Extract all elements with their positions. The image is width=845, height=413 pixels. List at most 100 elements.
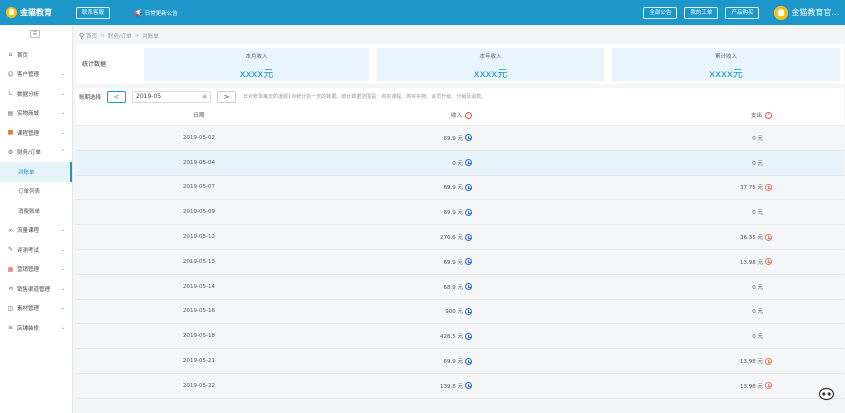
breadcrumb-separator: > (100, 33, 105, 39)
top-header: 金猫教育 联系客服 📢 日常更新公告 全部公告 我的工单 产品购买 金猫教育官.… (0, 0, 845, 25)
income-value: 900 元 (445, 309, 463, 316)
cell-income: 69.9 元 (322, 134, 472, 142)
breadcrumb-home[interactable]: 首页 (86, 32, 97, 40)
detail-clock-icon[interactable] (465, 307, 472, 315)
detail-clock-icon[interactable] (465, 357, 472, 365)
cell-expense: 13.98 元 (472, 357, 772, 365)
stat-value: xxxx元 (239, 69, 274, 80)
contact-service-button[interactable]: 联系客服 (76, 6, 111, 19)
period-label: 账期选择 (79, 94, 102, 101)
table-row: 2019-05-13 69.9 元 13.98 元 (76, 249, 844, 275)
sidebar-item-label: 课程管理 (17, 130, 40, 137)
chat-robot-icon[interactable] (818, 387, 835, 401)
cell-expense: 0 元 (472, 208, 772, 216)
detail-clock-icon[interactable] (765, 357, 772, 365)
breadcrumb-finance[interactable]: 财务/订单 (108, 32, 132, 40)
chart-icon: ∟ (7, 90, 14, 98)
sidebar-item-label: 对账单 (18, 169, 35, 176)
cell-expense: 13.98 元 (472, 382, 772, 390)
detail-clock-icon[interactable] (765, 183, 772, 191)
notice-text: 日常更新公告 (144, 10, 178, 17)
flow-icon: ∞ (8, 226, 13, 234)
chevron-down-icon: ⌄ (60, 71, 65, 78)
breadcrumb-separator: > (134, 33, 140, 39)
cell-income: 139.8 元 (322, 382, 472, 390)
stat-label: 本年收入 (479, 54, 502, 60)
cell-expense: 0 元 (472, 332, 772, 340)
month-picker[interactable]: 2019-05 ▣ (132, 90, 212, 103)
cell-income: 69.9 元 (322, 357, 472, 365)
sidebar-item-flow-courses[interactable]: ∞ 流量课程 ⌄ (0, 221, 72, 241)
expense-value: 13.98 元 (740, 383, 763, 390)
sidebar-item-consumption-bills[interactable]: 消费账单 (0, 201, 72, 221)
sidebar-menu: ⌂ 首页 ☺ 客户管理 ⌄ ∟ 数据分析 ⌄ ▤ 实物商城 ⌄ ■ 课程管理 ⌄ ⚙ 财务/订单 ⌃ … (0, 45, 72, 338)
sidebar-item-statement[interactable]: 对账单 (0, 162, 72, 182)
folder-icon: ◫ (7, 304, 14, 312)
detail-clock-icon[interactable] (465, 183, 472, 191)
sidebar-item-store-decoration[interactable]: ≡ 店铺装修 ⌄ (0, 318, 72, 338)
sidebar-item-courses[interactable]: ■ 课程管理 ⌄ (0, 123, 72, 143)
sidebar-item-home[interactable]: ⌂ 首页 (0, 45, 72, 65)
detail-clock-icon[interactable] (465, 382, 472, 390)
sidebar-item-marketing[interactable]: ▦ 营销管理 ⌄ (0, 260, 72, 280)
location-pin-icon: ⚲ (79, 32, 85, 40)
detail-clock-icon[interactable] (765, 258, 772, 266)
detail-clock-icon[interactable] (465, 283, 472, 291)
collapse-menu-icon[interactable]: ☰ (30, 30, 40, 38)
detail-clock-icon[interactable] (465, 134, 472, 142)
logo[interactable]: 金猫教育 (6, 7, 72, 18)
cell-income: 276.6 元 (322, 233, 472, 241)
table-row: 2019-05-09 69.9 元 0 元 (76, 200, 844, 226)
sidebar-item-sales-channels[interactable]: ⊲ 销售渠道管理 ⌄ (0, 279, 72, 299)
next-month-button[interactable]: > (217, 90, 237, 103)
sidebar-item-customers[interactable]: ☺ 客户管理 ⌄ (0, 65, 72, 85)
info-icon[interactable]: ! (465, 111, 472, 119)
expense-value: 36.35 元 (740, 235, 763, 242)
prev-month-button[interactable]: < (107, 90, 127, 103)
sidebar-item-shop[interactable]: ▤ 实物商城 ⌄ (0, 104, 72, 124)
cell-expense: 0 元 (472, 283, 772, 291)
period-filter: 账期选择 < 2019-05 ▣ > 日对账单每天的凌晨1点统计前一天的数据。统… (76, 88, 844, 105)
chevron-down-icon: ⌄ (60, 285, 65, 292)
shop-icon: ▤ (7, 109, 14, 117)
sidebar-item-label: 素材管理 (17, 306, 40, 313)
detail-clock-icon[interactable] (765, 382, 772, 390)
expense-value: 0 元 (752, 160, 763, 167)
cell-income: 69.9 元 (322, 183, 472, 191)
stat-value: xxxx元 (709, 69, 743, 80)
my-tickets-button[interactable]: 我的工单 (684, 6, 719, 19)
sidebar-item-label: 客户管理 (17, 72, 40, 79)
sidebar-item-analytics[interactable]: ∟ 数据分析 ⌄ (0, 84, 72, 104)
table-row: 2019-05-02 69.9 元 0 元 (76, 126, 844, 151)
detail-clock-icon[interactable] (465, 258, 472, 266)
sidebar-item-label: 销售渠道管理 (17, 286, 51, 293)
income-value: 0 元 (452, 160, 463, 167)
info-icon[interactable]: ! (765, 111, 772, 119)
table-row: 2019-05-07 69.9 元 37.75 元 (76, 175, 844, 201)
detail-clock-icon[interactable] (465, 208, 472, 216)
sidebar-item-finance[interactable]: ⚙ 财务/订单 ⌃ (0, 143, 72, 163)
detail-clock-icon[interactable] (465, 233, 472, 241)
sidebar-item-label: 数据分析 (17, 91, 40, 98)
all-notices-button[interactable]: 全部公告 (643, 6, 678, 19)
income-value: 428.5 元 (440, 334, 463, 341)
detail-clock-icon[interactable] (465, 159, 472, 167)
detail-clock-icon[interactable] (765, 233, 772, 241)
calendar-icon: ▣ (202, 93, 208, 100)
table-row: 2019-05-04 0 元 0 元 (76, 150, 844, 176)
expense-value: 0 元 (752, 284, 763, 291)
sidebar-item-materials[interactable]: ◫ 素材管理 ⌄ (0, 299, 72, 319)
detail-clock-icon[interactable] (465, 332, 472, 340)
month-value: 2019-05 (136, 93, 162, 100)
chevron-down-icon: ⌄ (60, 246, 65, 253)
cell-date: 2019-05-14 (183, 283, 215, 290)
user-icon: ☺ (7, 70, 14, 78)
sidebar-item-label: 首页 (17, 52, 29, 59)
sidebar-item-orders[interactable]: 订单列表 (0, 182, 72, 202)
user-menu[interactable]: 金猫教育官... (774, 5, 839, 20)
chevron-down-icon: ⌄ (60, 227, 65, 234)
update-notice-link[interactable]: 📢 日常更新公告 (134, 9, 178, 17)
stat-card-year: 本年收入 xxxx元 (377, 48, 604, 81)
sidebar-item-exams[interactable]: ✎ 评测考试 ⌄ (0, 240, 72, 260)
buy-product-button[interactable]: 产品购买 (725, 6, 760, 19)
